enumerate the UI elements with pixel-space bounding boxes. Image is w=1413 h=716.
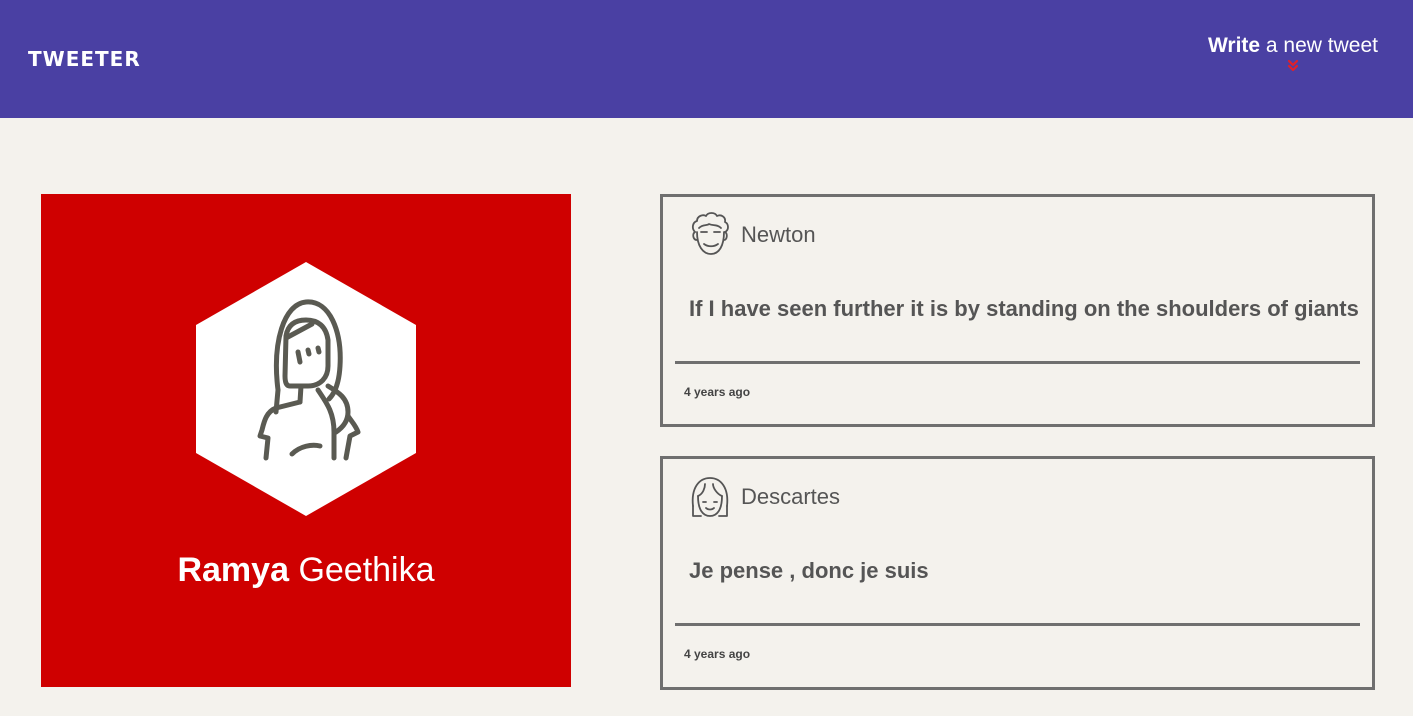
top-navigation-bar: TWEETER Write a new tweet xyxy=(0,0,1413,118)
tweet-author[interactable]: Descartes xyxy=(741,483,840,511)
compose-strong-text: Write xyxy=(1207,34,1261,57)
tweet-divider xyxy=(675,623,1360,626)
tweet-card[interactable]: Newton If I have seen further it is by s… xyxy=(660,194,1375,427)
profile-last-name: Geethika xyxy=(298,551,435,589)
write-new-tweet-label: Write a new tweet xyxy=(1208,33,1378,59)
tweet-author[interactable]: Newton xyxy=(741,221,816,249)
tweet-text: If I have seen further it is by standing… xyxy=(689,296,1359,321)
girl-avatar-icon xyxy=(691,477,729,517)
write-new-tweet-button[interactable]: Write a new tweet xyxy=(1208,33,1378,73)
app-logo[interactable]: TWEETER xyxy=(28,47,141,71)
profile-first-name: Ramya xyxy=(177,551,289,589)
double-chevron-down-icon xyxy=(1287,59,1299,72)
tweet-card[interactable]: Descartes Je pense , donc je suis 4 year… xyxy=(660,456,1375,690)
compose-rest-text: a new tweet xyxy=(1265,34,1378,57)
curly-hair-avatar-icon xyxy=(691,212,729,255)
tweet-text: Je pense , donc je suis xyxy=(689,558,929,583)
tweet-divider xyxy=(675,361,1360,364)
tweet-timestamp: 4 years ago xyxy=(684,385,751,399)
profile-name: Ramya Geethika xyxy=(41,546,571,594)
tweet-timestamp: 4 years ago xyxy=(684,647,751,661)
profile-avatar xyxy=(196,262,416,516)
